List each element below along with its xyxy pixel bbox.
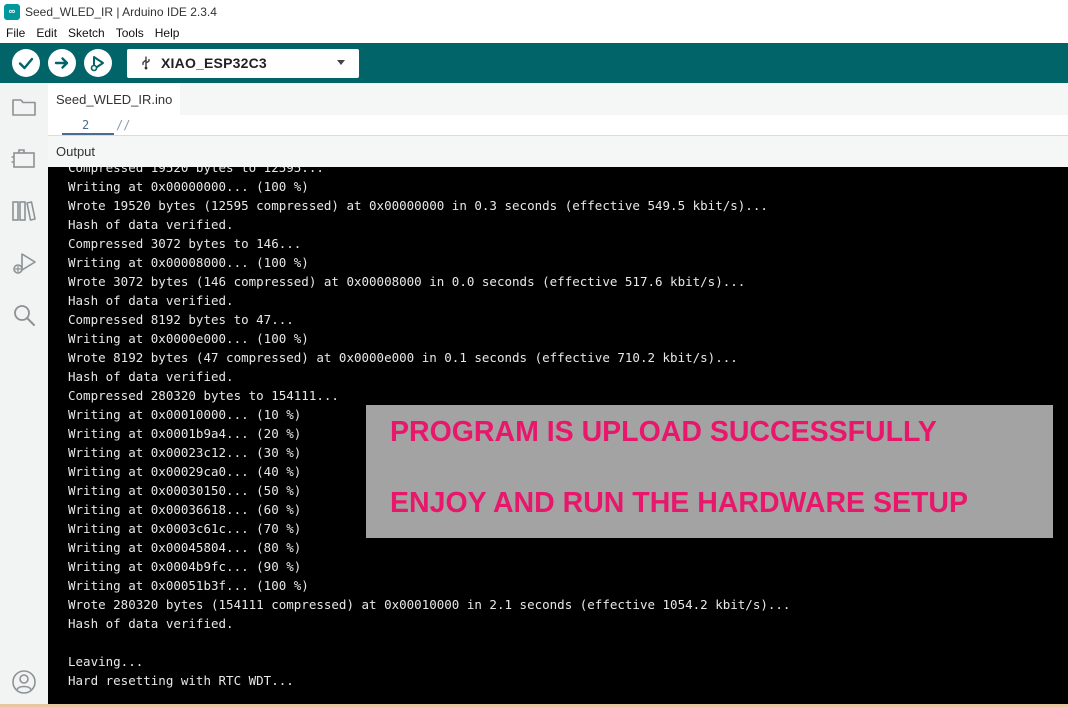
banner-line-1: PROGRAM IS UPLOAD SUCCESSFULLY (390, 416, 937, 448)
output-panel-header: Output (48, 136, 1068, 167)
account-icon[interactable] (10, 668, 38, 696)
search-icon[interactable] (10, 301, 38, 329)
editor-tab-bar: Seed_WLED_IR.ino (48, 83, 1068, 115)
library-icon[interactable] (10, 197, 38, 225)
check-icon (18, 57, 34, 70)
arduino-ide-window: ∞ Seed_WLED_IR | Arduino IDE 2.3.4 File … (0, 0, 1068, 707)
console-line: Writing at 0x00000000... (100 %) (68, 179, 309, 194)
console-line: Writing at 0x0004b9fc... (90 %) (68, 559, 302, 574)
current-line-indicator (62, 133, 114, 135)
console-line: Leaving... (68, 654, 144, 669)
window-title: Seed_WLED_IR | Arduino IDE 2.3.4 (25, 4, 217, 19)
banner-line-2: ENJOY AND RUN THE HARDWARE SETUP (390, 487, 968, 519)
chevron-down-icon (337, 59, 345, 65)
left-sidebar (0, 83, 48, 707)
menu-file[interactable]: File (6, 26, 25, 40)
console-line: Hard resetting with RTC WDT... (68, 673, 294, 688)
console-line: Writing at 0x0000e000... (100 %) (68, 331, 309, 346)
console-line: Writing at 0x00045804... (80 %) (68, 540, 302, 555)
menu-sketch[interactable]: Sketch (68, 26, 105, 40)
console-line: Writing at 0x00008000... (100 %) (68, 255, 309, 270)
console-line: Compressed 280320 bytes to 154111... (68, 388, 339, 403)
code-editor[interactable]: 2 // (48, 115, 1068, 136)
overlay-banner: PROGRAM IS UPLOAD SUCCESSFULLY ENJOY AND… (366, 405, 1053, 538)
menu-bar: File Edit Sketch Tools Help (0, 23, 1068, 43)
tab-sketch-file[interactable]: Seed_WLED_IR.ino (48, 83, 181, 115)
board-name: XIAO_ESP32C3 (161, 55, 267, 71)
console-line: Writing at 0x00051b3f... (100 %) (68, 578, 309, 593)
upload-button[interactable] (48, 49, 76, 77)
console-line: Compressed 8192 bytes to 47... (68, 312, 294, 327)
console-line: Wrote 280320 bytes (154111 compressed) a… (68, 597, 791, 612)
board-manager-icon[interactable] (10, 145, 38, 173)
console-line: Hash of data verified. (68, 217, 234, 232)
title-bar: ∞ Seed_WLED_IR | Arduino IDE 2.3.4 (0, 0, 1068, 23)
console-line: Wrote 19520 bytes (12595 compressed) at … (68, 198, 768, 213)
menu-tools[interactable]: Tools (116, 26, 144, 40)
console-line: Hash of data verified. (68, 293, 234, 308)
debug-button[interactable] (84, 49, 112, 77)
console-line: Compressed 19520 bytes to 12595... (68, 167, 324, 175)
board-selector[interactable]: XIAO_ESP32C3 (127, 48, 359, 78)
output-title: Output (56, 144, 96, 159)
console-line: Compressed 3072 bytes to 146... (68, 236, 302, 251)
console-line: Wrote 3072 bytes (146 compressed) at 0x0… (68, 274, 746, 289)
console-line: Hash of data verified. (68, 369, 234, 384)
verify-button[interactable] (12, 49, 40, 77)
code-line[interactable]: // (116, 118, 130, 132)
debug-icon[interactable] (10, 249, 38, 277)
arduino-logo-icon: ∞ (4, 3, 20, 20)
menu-help[interactable]: Help (155, 26, 180, 40)
console-line: Wrote 8192 bytes (47 compressed) at 0x00… (68, 350, 738, 365)
usb-icon (142, 56, 150, 70)
line-number: 2 (82, 118, 90, 132)
toolbar: XIAO_ESP32C3 (0, 43, 1068, 83)
menu-edit[interactable]: Edit (36, 26, 57, 40)
arrow-right-icon (54, 57, 69, 69)
debug-play-icon (90, 56, 104, 72)
folder-icon[interactable] (10, 93, 38, 121)
console-line: Hash of data verified. (68, 616, 234, 631)
